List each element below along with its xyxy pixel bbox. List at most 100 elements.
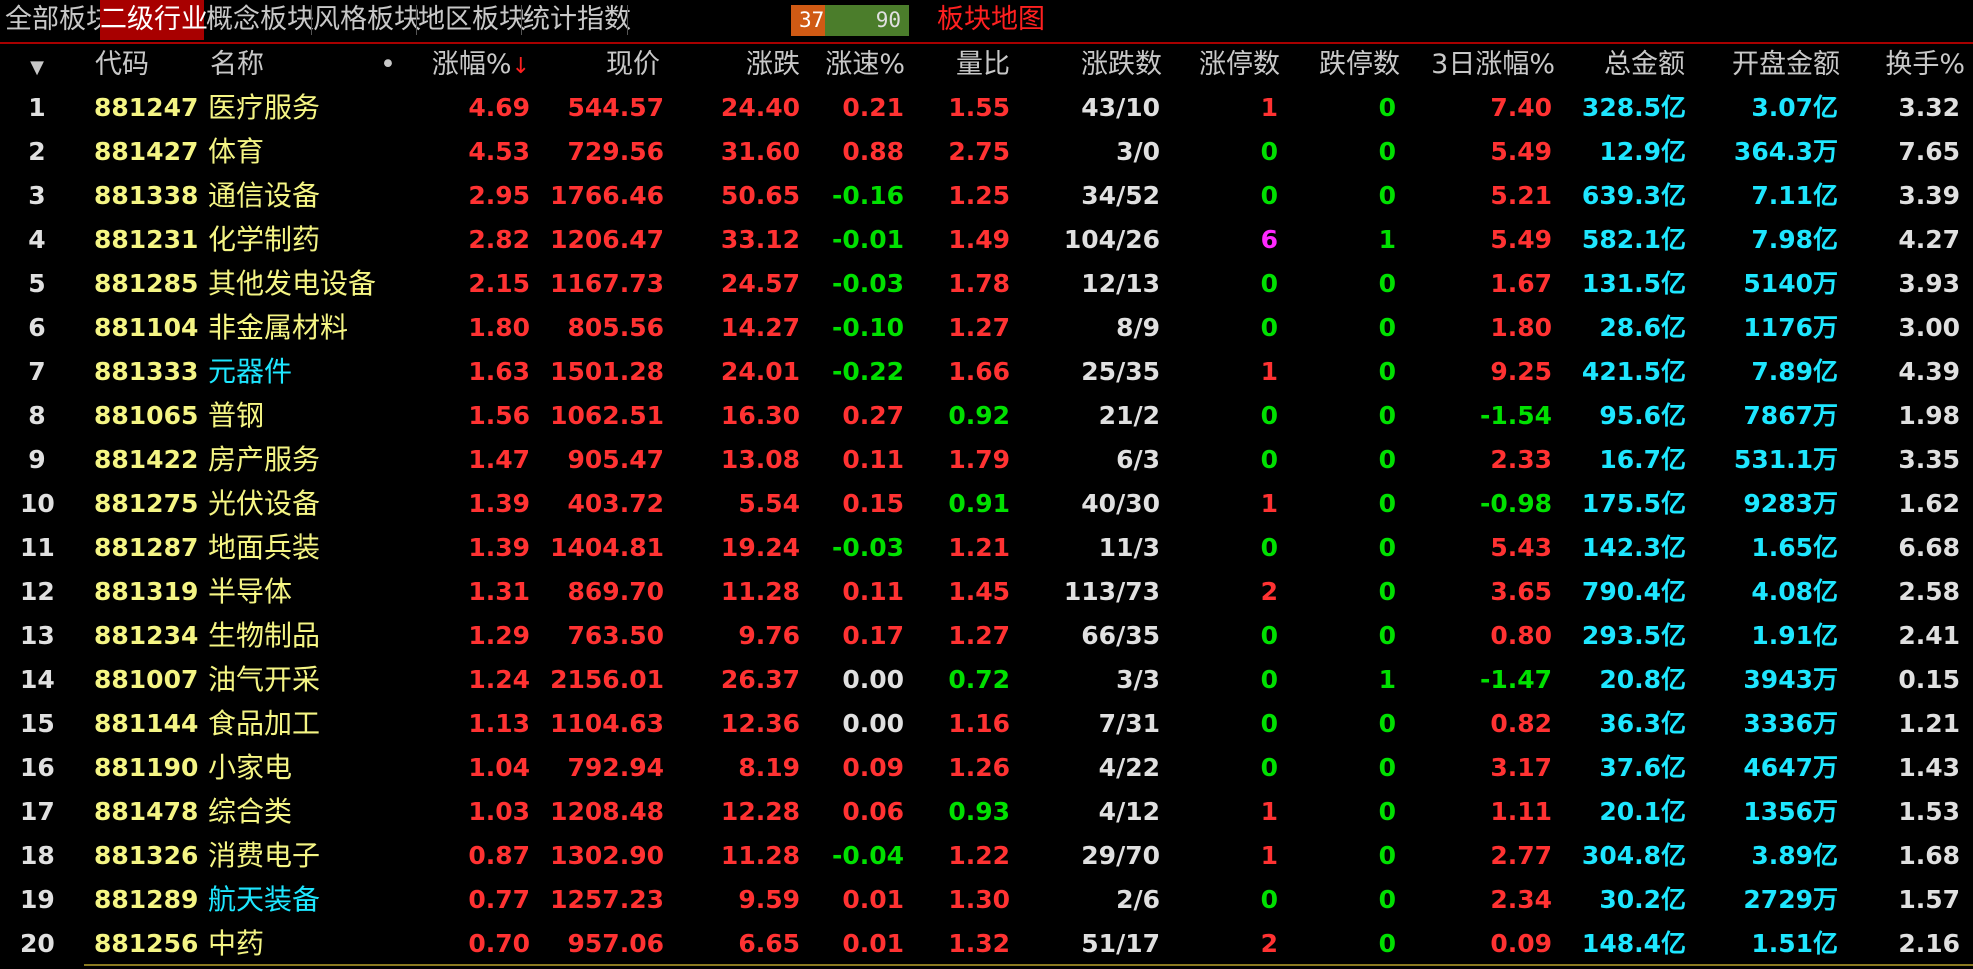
limit-down-count: 0 (1378, 489, 1396, 518)
header-open-amount[interactable]: 开盘金额 (1680, 44, 1840, 86)
tab-statistics-index[interactable]: 统计指数 (523, 0, 631, 40)
total-amount: 16.7亿 (1599, 445, 1686, 474)
header-code[interactable]: 代码 (95, 44, 165, 86)
change-pct: 1.63 (468, 357, 530, 386)
price-change: 8.19 (738, 753, 800, 782)
header-turnover[interactable]: 换手% (1830, 44, 1965, 86)
sector-tab-bar: 全部板块 二级行业 概念板块 风格板块 地区板块 统计指数 37 90 板块地图 (0, 0, 1973, 42)
table-row[interactable]: 9 881422 房产服务 1.47 905.47 13.08 0.11 1.79 6/3 0 0 2… (0, 438, 1973, 482)
row-index: 19 (20, 885, 55, 914)
price-change: 33.12 (720, 225, 800, 254)
current-price: 1206.47 (550, 225, 664, 254)
header-price[interactable]: 现价 (540, 44, 660, 86)
table-row[interactable]: 14 881007 油气开采 1.24 2156.01 26.37 0.00 0.72 3/3 0… (0, 658, 1973, 702)
sector-code: 881256 (94, 929, 199, 958)
header-up-down-count[interactable]: 涨跌数 (1020, 44, 1162, 86)
total-amount: 20.8亿 (1599, 665, 1686, 694)
header-limit-down-count[interactable]: 跌停数 (1280, 44, 1400, 86)
row-index: 1 (28, 93, 46, 122)
triangle-down-icon: ▼ (30, 57, 44, 78)
turnover-rate: 0.15 (1898, 665, 1960, 694)
header-3day-change[interactable]: 3日涨幅% (1400, 44, 1555, 86)
limit-down-count: 0 (1378, 577, 1396, 606)
table-row[interactable]: 18 881326 消费电子 0.87 1302.90 11.28 -0.04 1.22 29/… (0, 834, 1973, 878)
price-change: 50.65 (720, 181, 800, 210)
tab-region-sectors[interactable]: 地区板块 (418, 0, 526, 40)
table-row[interactable]: 17 881478 综合类 1.03 1208.48 12.28 0.06 0.93 4/12 1… (0, 790, 1973, 834)
change-speed: 0.15 (842, 489, 904, 518)
table-row[interactable]: 1 881247 医疗服务 4.69 544.57 24.40 0.21 1.55 43/10 1… (0, 86, 1973, 130)
volume-ratio: 0.91 (948, 489, 1010, 518)
table-row[interactable]: 11 881287 地面兵装 1.39 1404.81 19.24 -0.03 1.21 11/… (0, 526, 1973, 570)
limit-up-count: 2 (1260, 577, 1278, 606)
up-down-count: 29/70 (1081, 841, 1160, 870)
sector-name: 油气开采 (208, 663, 321, 696)
sector-map-button[interactable]: 板块地图 (937, 0, 1045, 40)
table-row[interactable]: 16 881190 小家电 1.04 792.94 8.19 0.09 1.26 4/22 0 0 3… (0, 746, 1973, 790)
header-change-pct[interactable]: 涨幅%↓ (400, 44, 530, 86)
sector-code: 881422 (94, 445, 199, 474)
change-pct: 1.04 (468, 753, 530, 782)
up-down-count: 8/9 (1116, 313, 1160, 342)
header-name[interactable]: 名称 (210, 44, 280, 86)
sector-name: 其他发电设备 (208, 267, 377, 300)
table-row[interactable]: 13 881234 生物制品 1.29 763.50 9.76 0.17 1.27 66/35 0… (0, 614, 1973, 658)
open-amount: 4.08亿 (1751, 577, 1838, 606)
tab-concept-sectors[interactable]: 概念板块 (206, 0, 314, 40)
current-price: 869.70 (567, 577, 664, 606)
open-amount: 7.11亿 (1751, 181, 1838, 210)
total-amount: 790.4亿 (1581, 577, 1686, 606)
sector-name: 地面兵装 (208, 531, 321, 564)
sector-name: 元器件 (208, 355, 293, 388)
change-speed: 0.01 (842, 929, 904, 958)
volume-ratio: 1.49 (948, 225, 1010, 254)
table-row[interactable]: 20 881256 中药 0.70 957.06 6.65 0.01 1.32 51/17 2 0 0… (0, 922, 1973, 966)
three-day-change: -1.54 (1479, 401, 1552, 430)
table-row[interactable]: 3 881338 通信设备 2.95 1766.46 50.65 -0.16 1.25 34/5… (0, 174, 1973, 218)
table-row[interactable]: 8 881065 普钢 1.56 1062.51 16.30 0.27 0.92 21/2 0 0 -… (0, 394, 1973, 438)
tab-secondary-industry[interactable]: 二级行业 (100, 0, 208, 40)
sector-name: 非金属材料 (208, 311, 349, 344)
volume-ratio: 1.66 (948, 357, 1010, 386)
row-index: 15 (20, 709, 55, 738)
header-volume-ratio[interactable]: 量比 (910, 44, 1010, 86)
limit-up-count: 0 (1260, 313, 1278, 342)
tab-style-sectors[interactable]: 风格板块 (313, 0, 421, 40)
table-row[interactable]: 12 881319 半导体 1.31 869.70 11.28 0.11 1.45 113/73… (0, 570, 1973, 614)
table-row[interactable]: 2 881427 体育 4.53 729.56 31.60 0.88 2.75 3/0 0 0 5.4… (0, 130, 1973, 174)
change-pct: 1.39 (468, 533, 530, 562)
sector-code: 881104 (94, 313, 199, 342)
table-row[interactable]: 19 881289 航天装备 0.77 1257.23 9.59 0.01 1.30 2/6 0 0… (0, 878, 1973, 922)
table-row[interactable]: 6 881104 非金属材料 1.80 805.56 14.27 -0.10 1.27 8/9 0… (0, 306, 1973, 350)
table-row[interactable]: 5 881285 其他发电设备 2.15 1167.73 24.57 -0.03 1.78 12… (0, 262, 1973, 306)
header-total-amount[interactable]: 总金额 (1560, 44, 1685, 86)
price-change: 24.40 (720, 93, 800, 122)
table-row[interactable]: 15 881144 食品加工 1.13 1104.63 12.36 0.00 1.16 7/31… (0, 702, 1973, 746)
three-day-change: 5.49 (1490, 225, 1552, 254)
turnover-rate: 1.57 (1898, 885, 1960, 914)
row-index: 9 (28, 445, 46, 474)
change-speed: 0.06 (842, 797, 904, 826)
sector-name: 食品加工 (208, 707, 321, 740)
limit-up-count: 0 (1260, 181, 1278, 210)
up-down-count: 3/3 (1116, 665, 1160, 694)
change-speed: 0.17 (842, 621, 904, 650)
limit-up-count: 0 (1260, 445, 1278, 474)
price-change: 9.59 (738, 885, 800, 914)
header-limit-up-count[interactable]: 涨停数 (1160, 44, 1280, 86)
price-change: 16.30 (720, 401, 800, 430)
current-price: 805.56 (567, 313, 664, 342)
table-row[interactable]: 10 881275 光伏设备 1.39 403.72 5.54 0.15 0.91 40/30 1… (0, 482, 1973, 526)
turnover-rate: 2.58 (1898, 577, 1960, 606)
header-speed[interactable]: 涨速% (790, 44, 905, 86)
volume-ratio: 1.78 (948, 269, 1010, 298)
column-menu-button[interactable]: ▼ (20, 44, 54, 86)
table-row[interactable]: 4 881231 化学制药 2.82 1206.47 33.12 -0.01 1.49 104/… (0, 218, 1973, 262)
header-change[interactable]: 涨跌 (680, 44, 800, 86)
table-row[interactable]: 7 881333 元器件 1.63 1501.28 24.01 -0.22 1.66 25/35… (0, 350, 1973, 394)
open-amount: 7.89亿 (1751, 357, 1838, 386)
three-day-change: 5.21 (1490, 181, 1552, 210)
limit-down-count: 0 (1378, 269, 1396, 298)
total-amount: 12.9亿 (1599, 137, 1686, 166)
open-amount: 2729万 (1743, 885, 1838, 914)
